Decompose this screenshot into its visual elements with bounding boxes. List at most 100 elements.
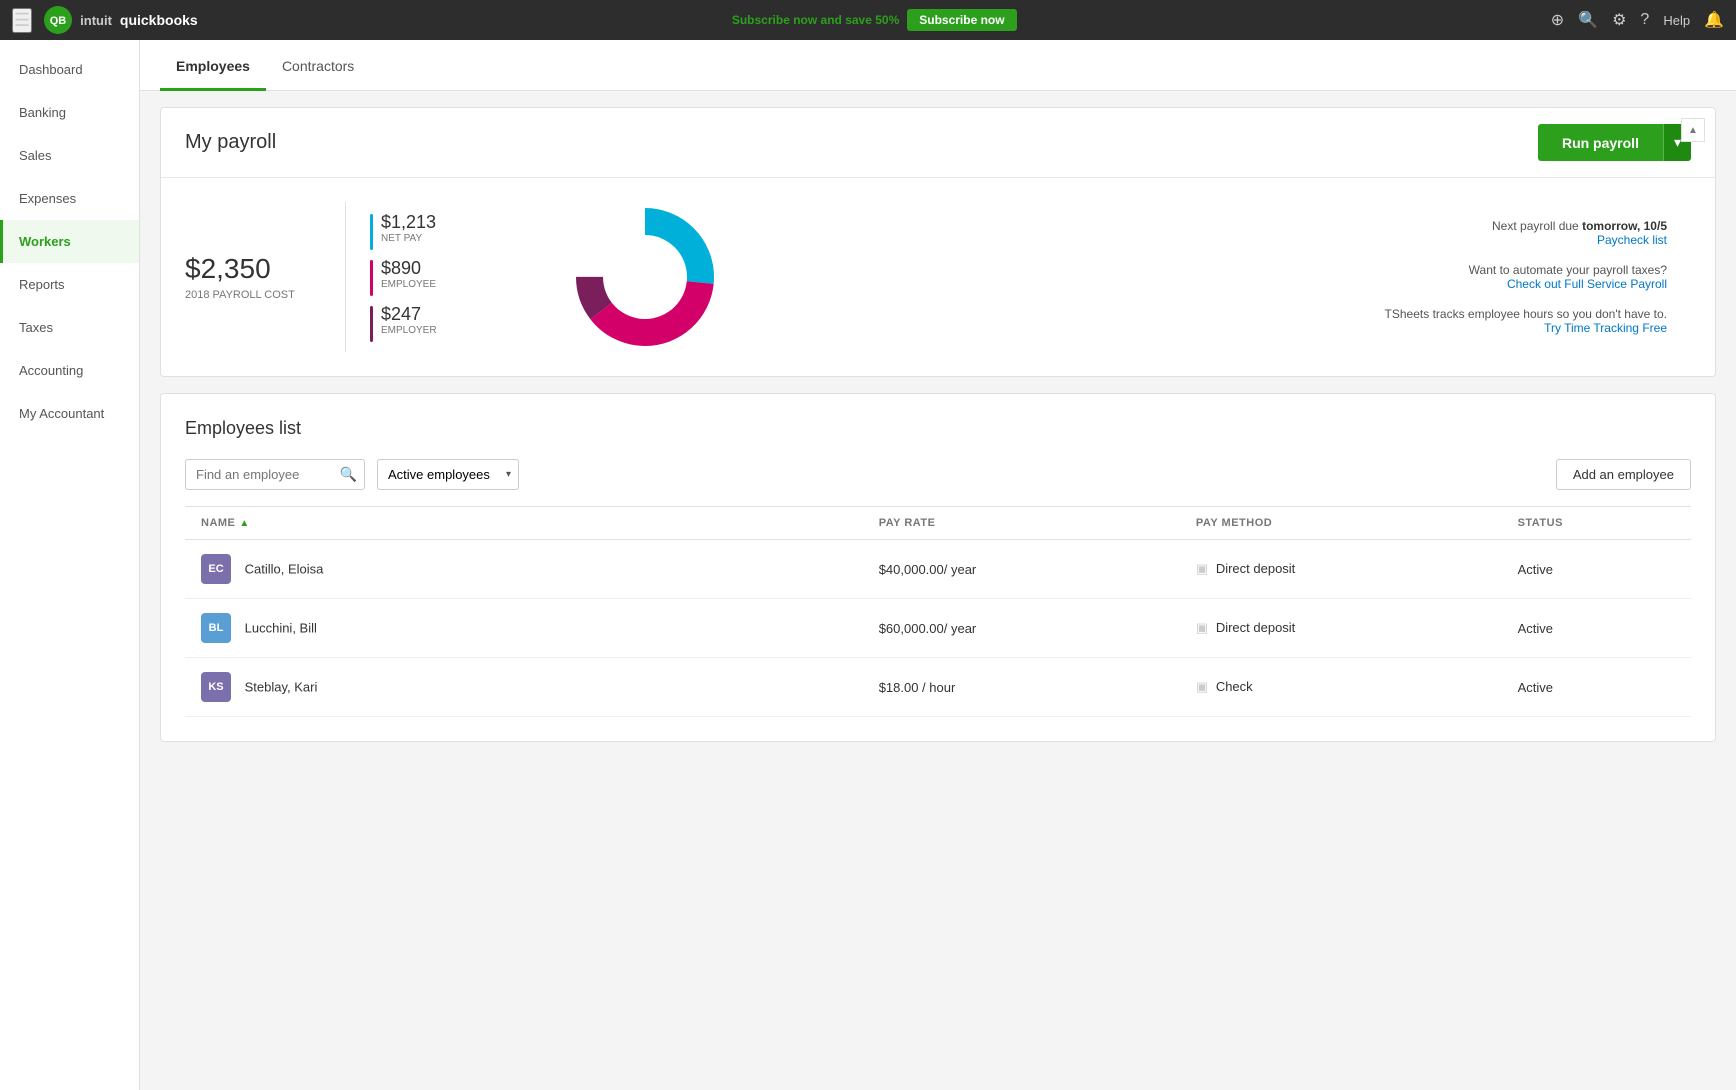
employee-pay-method: ▣ Check: [1180, 658, 1502, 717]
automate-taxes-label: Want to automate your payroll taxes?: [1469, 263, 1667, 277]
employees-table-body: EC Catillo, Eloisa $40,000.00/ year ▣ Di…: [185, 540, 1691, 717]
th-pay-rate: PAY RATE: [863, 507, 1180, 540]
main-content: Employees Contractors My payroll Run pay…: [140, 40, 1736, 1090]
employees-list-title: Employees list: [185, 418, 1691, 439]
plus-icon[interactable]: ⊕: [1551, 10, 1564, 30]
bell-icon[interactable]: 🔔: [1704, 10, 1724, 30]
sidebar-item-my-accountant[interactable]: My Accountant: [0, 392, 139, 435]
tab-employees[interactable]: Employees: [160, 40, 266, 91]
sidebar-item-taxes[interactable]: Taxes: [0, 306, 139, 349]
payroll-info-panel: Next payroll due tomorrow, 10/5 Paycheck…: [745, 202, 1691, 352]
add-employee-button[interactable]: Add an employee: [1556, 459, 1691, 490]
time-tracking-link[interactable]: Try Time Tracking Free: [1385, 321, 1667, 335]
hamburger-button[interactable]: ☰: [12, 8, 32, 33]
employees-toolbar: 🔍 Active employees ▾ Add an employee: [185, 459, 1691, 490]
filter-dropdown-container: Active employees ▾: [377, 459, 519, 490]
active-employees-filter[interactable]: Active employees: [377, 459, 519, 490]
breakdown-amount-net-pay: $1,213: [381, 212, 436, 233]
avatar: BL: [201, 613, 231, 643]
subscribe-text: Subscribe now and save 50%: [732, 13, 899, 27]
sidebar-item-accounting[interactable]: Accounting: [0, 349, 139, 392]
tab-contractors[interactable]: Contractors: [266, 40, 370, 91]
employees-list-section: Employees list 🔍 Active employees ▾ Add …: [160, 393, 1716, 742]
avatar: KS: [201, 672, 231, 702]
employee-status: Active: [1502, 599, 1691, 658]
chevron-up-icon: ▲: [1688, 125, 1698, 136]
svg-text:QB: QB: [50, 15, 67, 27]
breakdown-amount-employer: $247: [381, 304, 437, 325]
sidebar-item-workers[interactable]: Workers: [0, 220, 139, 263]
next-payroll-label: Next payroll due tomorrow, 10/5: [1492, 219, 1667, 233]
sidebar-item-reports[interactable]: Reports: [0, 263, 139, 306]
search-icon[interactable]: 🔍: [1578, 10, 1598, 30]
employee-name: Steblay, Kari: [245, 680, 318, 695]
run-payroll-button[interactable]: Run payroll: [1538, 124, 1663, 161]
employee-status: Active: [1502, 540, 1691, 599]
avatar: EC: [201, 554, 231, 584]
payroll-cost-amount: $2,350: [185, 253, 345, 285]
payroll-cost: $2,350 2018 PAYROLL COST: [185, 202, 345, 352]
payroll-cost-label: 2018 PAYROLL COST: [185, 289, 345, 301]
th-name[interactable]: NAME ▲: [185, 507, 863, 540]
sidebar-item-expenses[interactable]: Expenses: [0, 177, 139, 220]
next-payroll-info: Next payroll due tomorrow, 10/5 Paycheck…: [1492, 219, 1667, 247]
employee-name: Catillo, Eloisa: [245, 562, 324, 577]
table-row[interactable]: BL Lucchini, Bill $60,000.00/ year ▣ Dir…: [185, 599, 1691, 658]
employee-pay-method: ▣ Direct deposit: [1180, 540, 1502, 599]
table-row[interactable]: KS Steblay, Kari $18.00 / hour ▣ Check A…: [185, 658, 1691, 717]
th-pay-method: PAY METHOD: [1180, 507, 1502, 540]
help-icon[interactable]: ?: [1640, 11, 1649, 29]
payroll-stats: $2,350 2018 PAYROLL COST $1,213 NET PAY: [161, 178, 1715, 376]
breakdown-bar-net-pay: [370, 214, 373, 250]
payroll-title: My payroll: [185, 131, 276, 154]
paycheck-list-link[interactable]: Paycheck list: [1492, 233, 1667, 247]
employees-table-header-row: NAME ▲ PAY RATE PAY METHOD STATUS: [185, 507, 1691, 540]
breakdown-label-employer: EMPLOYER: [381, 325, 437, 336]
payroll-section: My payroll Run payroll ▾ $2,350 2018 PAY…: [160, 107, 1716, 377]
employee-pay-rate: $18.00 / hour: [863, 658, 1180, 717]
breakdown-net-pay: $1,213 NET PAY: [370, 212, 505, 250]
table-row[interactable]: EC Catillo, Eloisa $40,000.00/ year ▣ Di…: [185, 540, 1691, 599]
employee-name: Lucchini, Bill: [245, 621, 317, 636]
collapse-button[interactable]: ▲: [1681, 118, 1705, 142]
breakdown-employer: $247 EMPLOYER: [370, 304, 505, 342]
sidebar-item-banking[interactable]: Banking: [0, 91, 139, 134]
payroll-breakdown: $1,213 NET PAY $890 EMPLOYEE: [345, 202, 505, 352]
app-container: Dashboard Banking Sales Expenses Workers…: [0, 40, 1736, 1090]
employees-toolbar-left: 🔍 Active employees ▾: [185, 459, 519, 490]
employee-name-cell: EC Catillo, Eloisa: [185, 540, 863, 599]
breakdown-bar-employer: [370, 306, 373, 342]
tabs-bar: Employees Contractors: [140, 40, 1736, 91]
sidebar-item-dashboard[interactable]: Dashboard: [0, 48, 139, 91]
breakdown-employee: $890 EMPLOYEE: [370, 258, 505, 296]
search-magnifier-icon: 🔍: [340, 466, 357, 483]
top-nav: ☰ QB intuit quickbooks Subscribe now and…: [0, 0, 1736, 40]
sidebar-item-sales[interactable]: Sales: [0, 134, 139, 177]
breakdown-bar-employee: [370, 260, 373, 296]
gear-icon[interactable]: ⚙: [1612, 10, 1626, 30]
employee-status: Active: [1502, 658, 1691, 717]
pay-method-icon: ▣: [1196, 679, 1208, 694]
employees-table-head: NAME ▲ PAY RATE PAY METHOD STATUS: [185, 507, 1691, 540]
breakdown-label-net-pay: NET PAY: [381, 233, 436, 244]
sidebar: Dashboard Banking Sales Expenses Workers…: [0, 40, 140, 1090]
subscribe-button[interactable]: Subscribe now: [907, 9, 1016, 31]
pay-method-icon: ▣: [1196, 561, 1208, 576]
employee-name-cell: BL Lucchini, Bill: [185, 599, 863, 658]
subscribe-banner: Subscribe now and save 50% Subscribe now: [198, 9, 1551, 31]
pay-method-icon: ▣: [1196, 620, 1208, 635]
tsheets-label: TSheets tracks employee hours so you don…: [1385, 307, 1667, 321]
logo: QB intuit quickbooks: [44, 6, 198, 34]
help-label[interactable]: Help: [1663, 13, 1690, 28]
full-service-payroll-link[interactable]: Check out Full Service Payroll: [1469, 277, 1667, 291]
search-input-container: 🔍: [185, 459, 365, 490]
th-status: STATUS: [1502, 507, 1691, 540]
logo-brand: quickbooks: [120, 12, 198, 28]
employee-pay-rate: $40,000.00/ year: [863, 540, 1180, 599]
breakdown-amount-employee: $890: [381, 258, 436, 279]
automate-taxes-info: Want to automate your payroll taxes? Che…: [1469, 263, 1667, 291]
employee-pay-method: ▣ Direct deposit: [1180, 599, 1502, 658]
payroll-header: My payroll Run payroll ▾: [161, 108, 1715, 178]
search-input[interactable]: [185, 459, 365, 490]
donut-chart: [545, 202, 745, 352]
